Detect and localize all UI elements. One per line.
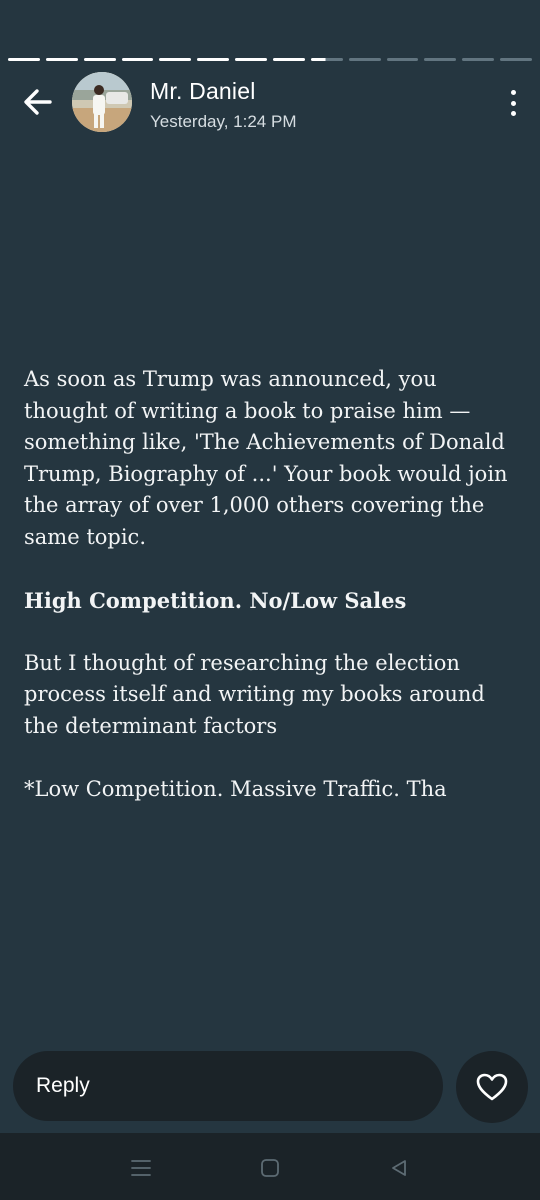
progress-segment <box>83 58 116 61</box>
progress-segment <box>45 58 78 61</box>
system-navigation-bar <box>0 1133 540 1200</box>
progress-segment <box>197 58 230 61</box>
progress-segment <box>424 58 457 61</box>
reply-placeholder: Reply <box>36 1074 90 1097</box>
progress-segment <box>386 58 419 61</box>
contact-name: Mr. Daniel <box>150 78 256 104</box>
status-progress-bar <box>8 58 533 62</box>
more-vertical-icon-dot <box>510 100 516 106</box>
reply-input[interactable]: Reply <box>13 1051 443 1121</box>
avatar[interactable] <box>72 72 132 132</box>
progress-segment <box>462 58 495 61</box>
back-triangle-icon <box>392 1160 406 1176</box>
home-button[interactable] <box>255 1153 285 1183</box>
arrow-left-icon <box>24 89 52 115</box>
more-vertical-icon <box>510 90 516 95</box>
menu-icon <box>131 1160 151 1176</box>
like-button[interactable] <box>456 1051 528 1123</box>
status-text: As soon as Trump was announced, you thou… <box>24 364 514 805</box>
home-square-icon <box>261 1159 279 1177</box>
progress-segment <box>235 58 268 61</box>
status-paragraph: As soon as Trump was announced, you thou… <box>24 367 508 549</box>
profile-photo <box>72 72 132 132</box>
status-paragraph: *Low Competition. Massive Traffic. Tha <box>24 776 447 801</box>
status-heading: High Competition. No/Low Sales <box>24 587 407 613</box>
progress-segment <box>273 58 305 61</box>
system-back-button[interactable] <box>384 1153 414 1183</box>
status-timestamp: Yesterday, 1:24 PM <box>150 112 297 131</box>
recent-apps-button[interactable] <box>126 1153 156 1183</box>
progress-segment <box>8 58 40 61</box>
progress-segment <box>348 58 381 61</box>
back-button[interactable] <box>18 82 58 122</box>
progress-segment <box>310 58 343 61</box>
more-options-button[interactable] <box>506 86 520 120</box>
progress-segment <box>121 58 154 61</box>
progress-segment <box>500 58 533 61</box>
heart-icon <box>476 1073 508 1101</box>
progress-segment <box>159 58 192 61</box>
more-vertical-icon-dot <box>510 111 516 116</box>
status-paragraph: But I thought of researching the electio… <box>24 650 485 738</box>
